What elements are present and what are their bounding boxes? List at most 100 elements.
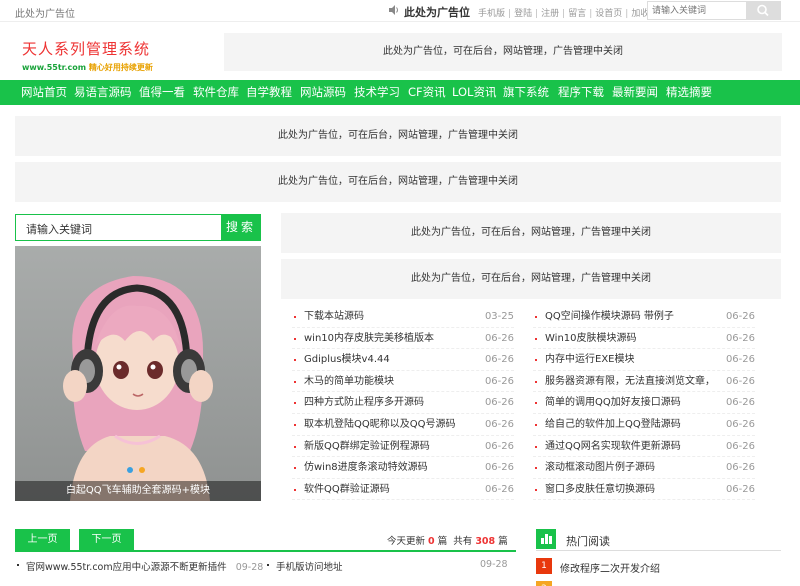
article-left-title[interactable]: Gdiplus模块v4.44: [304, 349, 474, 371]
list-item[interactable]: 简单的调用QQ加好友接口源码 06-26: [533, 392, 755, 414]
list-item[interactable]: 木马的简单功能模块 06-26: [292, 371, 514, 393]
ad-right-1[interactable]: 此处为广告位，可在后台，网站管理，广告管理中关闭: [281, 213, 781, 253]
ad-right-2[interactable]: 此处为广告位，可在后台，网站管理，广告管理中关闭: [281, 259, 781, 299]
bullet-icon: [535, 337, 537, 340]
article-right-date: 06-26: [725, 397, 755, 409]
hot-item-1-rank: 1: [536, 558, 552, 574]
bullet-icon: [535, 423, 537, 426]
main-nav: 网站首页 易语言源码 值得一看 软件仓库 自学教程 网站源码 技术学习 CF资讯…: [0, 80, 800, 105]
article-left-date: 03-25: [484, 311, 514, 322]
list-item[interactable]: win10内存皮肤完美移植版本 06-26: [292, 328, 514, 350]
update-unit-2: 篇: [498, 536, 508, 547]
article-left-title[interactable]: 取本机登陆QQ昵称以及QQ号源码: [304, 414, 474, 436]
hot-item-1[interactable]: 1 修改程序二次开发介绍: [536, 558, 781, 575]
header-ad[interactable]: 此处为广告位，可在后台，网站管理，广告管理中关闭: [224, 33, 782, 71]
list-item[interactable]: QQ空间操作模块源码 带例子 06-26: [533, 306, 755, 328]
ad-banner-2[interactable]: 此处为广告位，可在后台，网站管理，广告管理中关闭: [15, 162, 781, 202]
nav-item-lol[interactable]: LOL资讯: [452, 80, 496, 105]
bottom-row-1[interactable]: 官网www.55tr.com应用中心源源不断更新插件 09-28: [26, 559, 263, 573]
ad-banner-1[interactable]: 此处为广告位，可在后台，网站管理，广告管理中关闭: [15, 116, 781, 156]
article-left-date: 06-26: [484, 375, 514, 387]
article-left-title[interactable]: win10内存皮肤完美移植版本: [304, 328, 474, 350]
slider-dot-2[interactable]: [139, 467, 145, 473]
bottom-row-2-title[interactable]: 手机版访问地址: [276, 562, 343, 573]
nav-item-tutorial[interactable]: 自学教程: [246, 80, 292, 105]
hot-item-1-title[interactable]: 修改程序二次开发介绍: [560, 560, 660, 575]
hot-item-2-rank: 2: [536, 581, 552, 586]
top-search-input[interactable]: [648, 2, 746, 19]
list-item[interactable]: 滚动框滚动图片例子源码 06-26: [533, 457, 755, 479]
hot-item-2[interactable]: 2: [536, 581, 781, 586]
link-register[interactable]: 注册: [541, 9, 559, 19]
article-left-title[interactable]: 仿win8进度条滚动特效源码: [304, 457, 474, 479]
next-page-button[interactable]: 下一页: [79, 529, 134, 550]
nav-item-home[interactable]: 网站首页: [21, 80, 67, 105]
nav-item-software[interactable]: 软件仓库: [193, 80, 239, 105]
bullet-icon: [535, 488, 537, 491]
list-item[interactable]: Win10皮肤模块源码 06-26: [533, 328, 755, 350]
link-mobile[interactable]: 手机版: [478, 9, 505, 19]
top-links: 手机版 | 登陆 | 注册 | 留言 | 设首页 | 加收藏: [478, 9, 659, 19]
article-right-title[interactable]: 给自己的软件加上QQ登陆源码: [545, 414, 715, 436]
slide-caption[interactable]: 白起QQ飞车辅助全套源码+模块: [15, 481, 261, 501]
list-item[interactable]: 仿win8进度条滚动特效源码 06-26: [292, 457, 514, 479]
article-right-title[interactable]: 服务器资源有限，无法直接浏览文章，请: [545, 371, 715, 393]
article-left-title[interactable]: 下载本站源码: [304, 306, 474, 328]
list-item[interactable]: 通过QQ网名实现软件更新源码 06-26: [533, 436, 755, 458]
link-set-home[interactable]: 设首页: [595, 9, 622, 19]
slider-dot-1[interactable]: [127, 467, 133, 473]
article-right-title[interactable]: 窗口多皮肤任意切换源码: [545, 479, 715, 501]
article-right-title[interactable]: QQ空间操作模块源码 带例子: [545, 306, 715, 328]
link-message[interactable]: 留言: [568, 9, 586, 19]
nav-item-cf[interactable]: CF资讯: [408, 80, 446, 105]
bullet-icon: [535, 445, 537, 448]
top-left-ad[interactable]: 此处为广告位: [15, 5, 75, 20]
top-center-ad[interactable]: 此处为广告位: [404, 4, 470, 20]
nav-item-news[interactable]: 最新要闻: [612, 80, 658, 105]
nav-item-digest[interactable]: 精选摘要: [666, 80, 712, 105]
article-left-title[interactable]: 木马的简单功能模块: [304, 371, 474, 393]
list-item[interactable]: 下载本站源码 03-25: [292, 306, 514, 328]
list-item[interactable]: 服务器资源有限，无法直接浏览文章，请 06-26: [533, 371, 755, 393]
top-search-button[interactable]: [746, 2, 780, 19]
article-right-title[interactable]: Win10皮肤模块源码: [545, 328, 715, 350]
site-logo[interactable]: 天人系列管理系统 www.55tr.com 精心好用持续更新: [22, 38, 153, 73]
list-item[interactable]: 给自己的软件加上QQ登陆源码 06-26: [533, 414, 755, 436]
speaker-icon: [389, 5, 398, 15]
nav-item-worth-look[interactable]: 值得一看: [139, 80, 185, 105]
main-search-button[interactable]: 搜索: [221, 214, 261, 241]
article-left-title[interactable]: 软件QQ群验证源码: [304, 479, 474, 501]
image-slider[interactable]: 白起QQ飞车辅助全套源码+模块: [15, 246, 261, 501]
nav-item-tech[interactable]: 技术学习: [354, 80, 400, 105]
link-login[interactable]: 登陆: [514, 9, 532, 19]
list-item[interactable]: 新版QQ群绑定验证例程源码 06-26: [292, 436, 514, 458]
nav-item-e-source[interactable]: 易语言源码: [74, 80, 132, 105]
list-item[interactable]: Gdiplus模块v4.44 06-26: [292, 349, 514, 371]
bullet-icon: [17, 564, 19, 566]
prev-page-button[interactable]: 上一页: [15, 529, 70, 550]
bottom-row-1-title[interactable]: 官网www.55tr.com应用中心源源不断更新插件: [26, 562, 227, 573]
article-right-title[interactable]: 通过QQ网名实现软件更新源码: [545, 436, 715, 458]
chart-icon: [536, 529, 556, 549]
main-search-input[interactable]: 请输入关键词: [26, 221, 92, 237]
article-right-title[interactable]: 简单的调用QQ加好友接口源码: [545, 392, 715, 414]
list-item[interactable]: 取本机登陆QQ昵称以及QQ号源码 06-26: [292, 414, 514, 436]
update-today-count: 0: [428, 536, 435, 547]
article-left-title[interactable]: 新版QQ群绑定验证例程源码: [304, 436, 474, 458]
article-left-title[interactable]: 四种方式防止程序多开源码: [304, 392, 474, 414]
list-item[interactable]: 窗口多皮肤任意切换源码 06-26: [533, 479, 755, 501]
nav-item-download[interactable]: 程序下载: [558, 80, 604, 105]
list-item[interactable]: 四种方式防止程序多开源码 06-26: [292, 392, 514, 414]
bullet-icon: [535, 316, 537, 318]
bullet-icon: [294, 423, 296, 426]
list-item[interactable]: 内存中运行EXE模块 06-26: [533, 349, 755, 371]
bottom-row-2[interactable]: 手机版访问地址: [276, 559, 343, 573]
nav-item-web-source[interactable]: 网站源码: [300, 80, 346, 105]
article-left-date: 06-26: [484, 462, 514, 474]
bullet-icon: [294, 467, 296, 470]
list-item[interactable]: 软件QQ群验证源码 06-26: [292, 479, 514, 501]
nav-item-systems[interactable]: 旗下系统: [503, 80, 549, 105]
section-divider: [15, 550, 516, 552]
article-right-title[interactable]: 内存中运行EXE模块: [545, 349, 715, 371]
article-right-title[interactable]: 滚动框滚动图片例子源码: [545, 457, 715, 479]
